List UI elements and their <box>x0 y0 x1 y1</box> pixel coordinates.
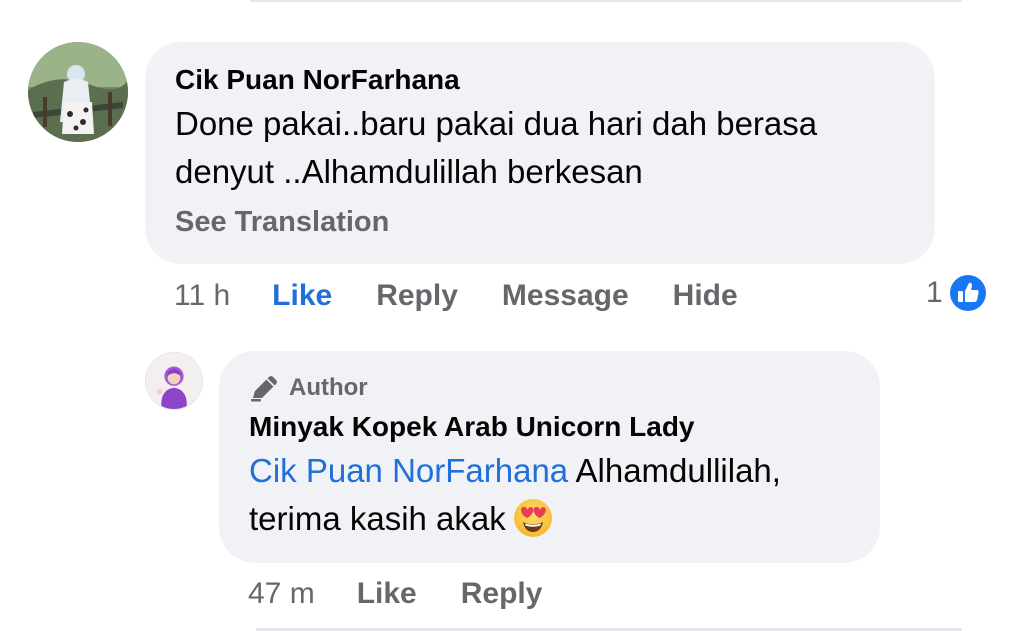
comment-timestamp[interactable]: 11 h <box>174 279 230 313</box>
reply-bubble: Author Minyak Kopek Arab Unicorn Lady Ci… <box>219 351 880 563</box>
pen-icon <box>251 376 277 402</box>
profile-photo-image <box>28 42 128 142</box>
reaction-count: 1 <box>926 276 943 309</box>
reply-text-after-mention: Alhamdullilah, <box>568 452 781 489</box>
comment-text: Done pakai..baru pakai dua hari dah bera… <box>175 100 905 196</box>
comment-actions: 11 h Like Reply Message Hide <box>174 276 782 316</box>
see-translation-link[interactable]: See Translation <box>175 202 905 242</box>
reply-reply-button[interactable]: Reply <box>461 577 543 611</box>
like-thumb-icon <box>947 273 988 313</box>
author-profile-photo <box>146 353 202 409</box>
comment-text-line-1: Done pakai..baru pakai dua hari dah bera… <box>175 105 818 142</box>
reply-text-line-2-text: terima kasih akak <box>249 500 506 537</box>
author-badge-label: Author <box>289 374 368 401</box>
mention-link[interactable]: Cik Puan NorFarhana <box>249 452 568 489</box>
like-button[interactable]: Like <box>272 279 332 313</box>
comment-text-line-2: denyut ..Alhamdulillah berkesan <box>175 153 643 190</box>
author-avatar[interactable] <box>145 352 203 410</box>
reply-author-name[interactable]: Minyak Kopek Arab Unicorn Lady <box>249 409 850 445</box>
heart-eyes-emoji-icon <box>513 499 552 537</box>
comment-author-name[interactable]: Cik Puan NorFarhana <box>175 62 905 98</box>
reply-like-button[interactable]: Like <box>357 577 417 611</box>
reply-button[interactable]: Reply <box>376 279 458 313</box>
reply-text: Cik Puan NorFarhana Alhamdullilah, terim… <box>249 447 850 543</box>
commenter-avatar[interactable] <box>28 42 128 142</box>
reply-text-line-2: terima kasih akak <box>249 495 850 543</box>
reply-actions: 47 m Like Reply <box>248 574 586 614</box>
hide-button[interactable]: Hide <box>673 279 738 313</box>
message-button[interactable]: Message <box>502 279 629 313</box>
comment-thread: Cik Puan NorFarhana Done pakai..baru pak… <box>0 0 1024 631</box>
reply-timestamp[interactable]: 47 m <box>248 577 315 611</box>
reply-text-line-1: Cik Puan NorFarhana Alhamdullilah, <box>249 447 850 495</box>
divider-top <box>250 0 962 2</box>
author-badge: Author <box>249 373 850 403</box>
comment-bubble: Cik Puan NorFarhana Done pakai..baru pak… <box>145 42 935 264</box>
reaction-summary[interactable]: 1 <box>926 272 989 314</box>
